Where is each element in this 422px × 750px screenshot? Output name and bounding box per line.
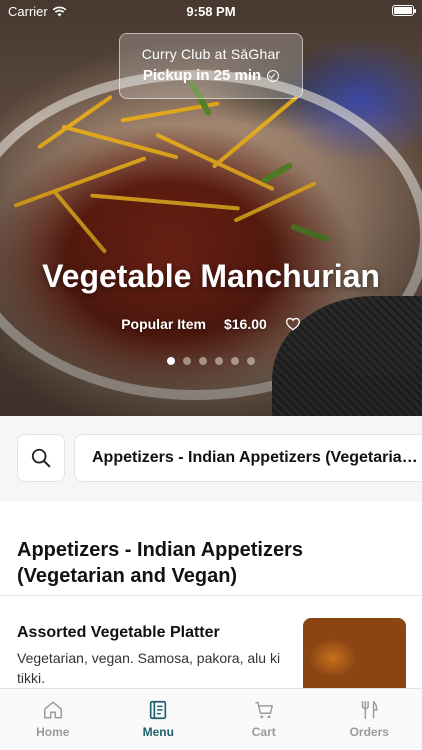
tab-cart[interactable]: Cart xyxy=(211,689,317,750)
tab-cart-label: Cart xyxy=(251,725,276,739)
category-selector-label: Appetizers - Indian Appetizers (Vegetari… xyxy=(92,449,422,466)
popular-badge: Popular Item xyxy=(121,316,206,332)
carousel-dot[interactable] xyxy=(215,357,223,365)
battery-icon xyxy=(392,5,416,16)
orders-icon xyxy=(362,701,378,719)
menu-item-description: Vegetarian, vegan. Samosa, pakora, alu k… xyxy=(17,650,281,686)
section-title: Appetizers - Indian Appetizers (Vegetari… xyxy=(17,539,303,587)
search-button[interactable] xyxy=(17,434,65,482)
heart-icon[interactable] xyxy=(285,316,301,332)
hero-price: $16.00 xyxy=(223,316,267,332)
hero-meta: Popular Item $16.00 xyxy=(0,316,422,332)
tab-orders[interactable]: Orders xyxy=(317,689,422,750)
menu-item[interactable]: Assorted Vegetable Platter Vegetarian, v… xyxy=(0,596,422,698)
cart-icon xyxy=(255,701,273,719)
tab-home-label: Home xyxy=(36,725,70,739)
menu-filter-bar: Appetizers - Indian Appetizers (Vegetari… xyxy=(0,416,422,502)
hero-banner[interactable]: Carrier 9:58 PM Curry Club at SāGhar Pic… xyxy=(0,0,422,416)
pickup-eta-label: Pickup in 25 min xyxy=(142,67,262,84)
menu-item-image xyxy=(303,618,406,698)
pickup-eta: Pickup in 25 min xyxy=(120,67,302,84)
restaurant-name: Curry Club at SāGhar xyxy=(141,46,281,62)
carousel-dot[interactable] xyxy=(231,357,239,365)
carousel-dot[interactable] xyxy=(183,357,191,365)
carousel-dot[interactable] xyxy=(167,357,175,365)
menu-icon xyxy=(150,700,167,720)
tab-menu-label: Menu xyxy=(142,725,174,739)
carousel-pagination xyxy=(0,357,422,365)
tab-bar: Home Menu Cart Orders xyxy=(0,688,422,750)
menu-item-name: Assorted Vegetable Platter xyxy=(17,624,220,641)
search-icon xyxy=(31,448,51,468)
check-circle-icon xyxy=(267,69,280,82)
hero-title: Vegetable Manchurian xyxy=(42,258,380,294)
status-time: 9:58 PM xyxy=(186,4,236,19)
carousel-dot[interactable] xyxy=(199,357,207,365)
tab-orders-label: Orders xyxy=(349,725,389,739)
pickup-info-card[interactable]: Curry Club at SāGhar Pickup in 25 min xyxy=(119,33,303,99)
tab-home[interactable]: Home xyxy=(0,689,106,750)
tab-menu[interactable]: Menu xyxy=(106,689,212,750)
category-selector[interactable]: Appetizers - Indian Appetizers (Vegetari… xyxy=(74,434,422,482)
carousel-dot[interactable] xyxy=(247,357,255,365)
home-icon xyxy=(43,701,62,719)
status-bar: Carrier 9:58 PM xyxy=(0,0,422,22)
